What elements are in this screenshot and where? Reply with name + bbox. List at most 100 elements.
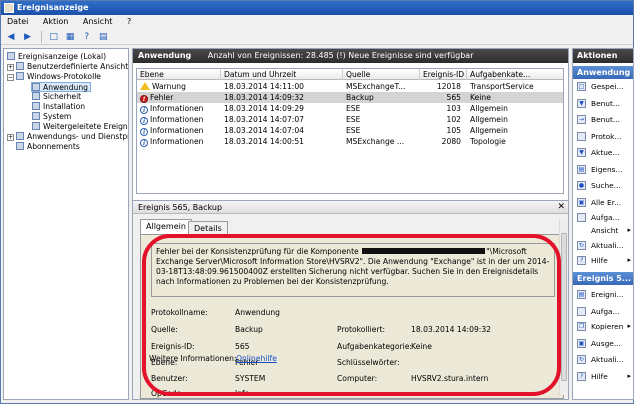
scrollbar-thumb[interactable] bbox=[561, 233, 567, 381]
action-aktualisieren[interactable]: ↻ Aktuali... bbox=[573, 239, 633, 252]
action-aufgabe-anfuegen[interactable]: Aufga... bbox=[573, 211, 633, 224]
collapse-icon[interactable]: − bbox=[7, 74, 14, 81]
center-pane: Anwendung Anzahl von Ereignissen: 28.485… bbox=[132, 48, 569, 400]
tree-item-installation[interactable]: Installation bbox=[32, 102, 85, 112]
tab-allgemein[interactable]: Allgemein bbox=[140, 219, 192, 234]
action-label: Gespei... bbox=[591, 82, 624, 91]
attach-task-icon bbox=[577, 213, 586, 222]
table-row[interactable]: i Informationen 18.03.2014 14:00:51 MSExc… bbox=[137, 136, 563, 147]
action-benutzerdefiniert-filter[interactable]: ▼ Benut... bbox=[573, 97, 633, 110]
row-source: ESE bbox=[346, 126, 361, 135]
tree-item-label: Ereignisanzeige (Lokal) bbox=[18, 52, 107, 61]
actions-section-anwendung[interactable]: Anwendung bbox=[573, 66, 633, 79]
column-quelle[interactable]: Quelle bbox=[343, 69, 420, 80]
action-label: Ausge... bbox=[591, 339, 621, 348]
properties-icon[interactable]: ▤ bbox=[97, 31, 109, 43]
action-aktuelles-filtern[interactable]: ▼ Aktue... bbox=[573, 146, 633, 159]
tree-item-label: Sicherheit bbox=[43, 92, 82, 101]
back-icon[interactable]: ◀ bbox=[5, 31, 17, 43]
expand-icon[interactable]: + bbox=[7, 64, 14, 71]
row-date: 18.03.2014 14:09:29 bbox=[224, 104, 304, 113]
import-icon: → bbox=[577, 115, 586, 124]
row-category: Allgemein bbox=[470, 115, 508, 124]
column-aufgabenkategorie[interactable]: Aufgabenkate... bbox=[467, 69, 563, 80]
action-aufgabe-anfuegen-event[interactable]: Aufga... bbox=[573, 305, 633, 318]
row-date: 18.03.2014 14:11:00 bbox=[224, 82, 304, 91]
save-selected-icon: ▣ bbox=[577, 339, 586, 348]
action-label: Ereigni... bbox=[591, 290, 624, 299]
menu-aktion[interactable]: Aktion bbox=[37, 15, 74, 29]
action-label: Hilfe bbox=[591, 372, 608, 381]
row-category: TransportService bbox=[470, 82, 534, 91]
value-aufgabenkategorie: Keine bbox=[411, 342, 432, 351]
value-protokollname: Anwendung bbox=[235, 308, 280, 317]
action-eigenschaften[interactable]: ▤ Eigens... bbox=[573, 163, 633, 176]
tree-item-app-service-logs[interactable]: + Anwendungs- und Dienstprotokolle bbox=[7, 132, 128, 142]
menu-ansicht[interactable]: Ansicht bbox=[77, 15, 119, 29]
log-icon bbox=[32, 102, 40, 110]
folder-up-icon[interactable]: □ bbox=[48, 31, 60, 43]
tree-item-custom-views[interactable]: + Benutzerdefinierte Ansichten bbox=[7, 62, 128, 72]
tree-item-abonnements[interactable]: Abonnements bbox=[16, 142, 80, 152]
action-hilfe-event[interactable]: ? Hilfe ▸ bbox=[573, 370, 633, 383]
label-computer: Computer: bbox=[337, 374, 378, 383]
value-quelle: Backup bbox=[235, 325, 263, 334]
row-date: 18.03.2014 14:07:04 bbox=[224, 126, 304, 135]
row-date: 18.03.2014 14:07:07 bbox=[224, 115, 304, 124]
forward-icon[interactable]: ▶ bbox=[22, 31, 34, 43]
action-ausgewaehlte-speichern[interactable]: ▣ Ausge... bbox=[573, 337, 633, 350]
submenu-arrow-icon: ▸ bbox=[627, 226, 631, 234]
table-row[interactable]: i Informationen 18.03.2014 14:07:04 ESE 1… bbox=[137, 125, 563, 136]
column-ebene[interactable]: Ebene bbox=[137, 69, 221, 80]
action-benutzerdefiniert-import[interactable]: → Benut... bbox=[573, 113, 633, 126]
info-icon: i bbox=[140, 139, 148, 147]
tab-details[interactable]: Details bbox=[188, 221, 228, 234]
tree-item-event-viewer-local[interactable]: Ereignisanzeige (Lokal) bbox=[7, 52, 106, 62]
tree-item-windows-logs[interactable]: − Windows-Protokolle bbox=[7, 72, 101, 82]
detail-scrollbar[interactable] bbox=[559, 219, 567, 395]
table-row-selected[interactable]: ! Fehler 18.03.2014 14:09:32 Backup 565 K… bbox=[137, 92, 563, 103]
action-suchen[interactable]: ● Suche... bbox=[573, 179, 633, 192]
onlinehilfe-link[interactable]: Onlinehilfe bbox=[236, 354, 277, 364]
action-label: Hilfe bbox=[591, 256, 608, 265]
action-alle-ereignisse-speichern[interactable]: ▣ Alle Er... bbox=[573, 196, 633, 209]
action-aktualisieren-event[interactable]: ↻ Aktuali... bbox=[573, 353, 633, 366]
action-protokoll-loeschen[interactable]: Protok... bbox=[573, 130, 633, 143]
tree-item-system[interactable]: System bbox=[32, 112, 71, 122]
label-opcode: OpCode: bbox=[151, 389, 184, 398]
section-title: Ereignis 5... bbox=[577, 274, 631, 283]
menu-help[interactable]: ? bbox=[121, 15, 137, 29]
table-row[interactable]: i Informationen 18.03.2014 14:07:07 ESE 1… bbox=[137, 114, 563, 125]
event-message[interactable]: Fehler bei der Konsistenzprüfung für die… bbox=[151, 243, 555, 297]
tree-item-forwarded-events[interactable]: Weitergeleitete Ereignisse bbox=[32, 122, 128, 132]
actions-section-ereignis[interactable]: Ereignis 5... bbox=[573, 272, 633, 285]
event-viewer-icon bbox=[4, 3, 14, 13]
log-header: Anwendung Anzahl von Ereignissen: 28.485… bbox=[133, 49, 568, 63]
tree-item-label: Installation bbox=[43, 102, 86, 111]
close-icon[interactable]: ✕ bbox=[557, 202, 565, 212]
action-gespeichert[interactable]: □ Gespei... bbox=[573, 80, 633, 93]
row-date: 18.03.2014 14:09:32 bbox=[224, 93, 304, 102]
row-level: i Informationen bbox=[137, 103, 221, 114]
expand-icon[interactable]: + bbox=[7, 134, 14, 141]
action-label: Alle Er... bbox=[591, 198, 622, 207]
level-text: Informationen bbox=[150, 137, 204, 146]
action-hilfe[interactable]: ? Hilfe ▸ bbox=[573, 254, 633, 267]
action-kopieren[interactable]: ❐ Kopieren ▸ bbox=[573, 320, 633, 333]
table-row[interactable]: Warnung 18.03.2014 14:11:00 MSExchangeT.… bbox=[137, 81, 563, 92]
row-level: i Informationen bbox=[137, 114, 221, 125]
folder-icon bbox=[16, 132, 24, 140]
row-category: Allgemein bbox=[470, 104, 508, 113]
show-hide-tree-icon[interactable]: ▦ bbox=[64, 31, 76, 43]
action-ansicht[interactable]: Ansicht ▸ bbox=[573, 224, 633, 237]
tree-item-sicherheit[interactable]: Sicherheit bbox=[32, 92, 81, 102]
table-row[interactable]: i Informationen 18.03.2014 14:09:29 ESE 1… bbox=[137, 103, 563, 114]
action-ereigniseigenschaften[interactable]: ▤ Ereigni... bbox=[573, 288, 633, 301]
menu-datei[interactable]: Datei bbox=[1, 15, 34, 29]
help-icon[interactable]: ? bbox=[81, 31, 93, 43]
action-label: Aktuali... bbox=[591, 241, 624, 250]
column-datum[interactable]: Datum und Uhrzeit bbox=[221, 69, 343, 80]
row-id: 12018 bbox=[436, 82, 461, 91]
column-ereignis-id[interactable]: Ereignis-ID bbox=[420, 69, 467, 80]
tree-item-anwendung[interactable]: Anwendung bbox=[31, 82, 91, 92]
